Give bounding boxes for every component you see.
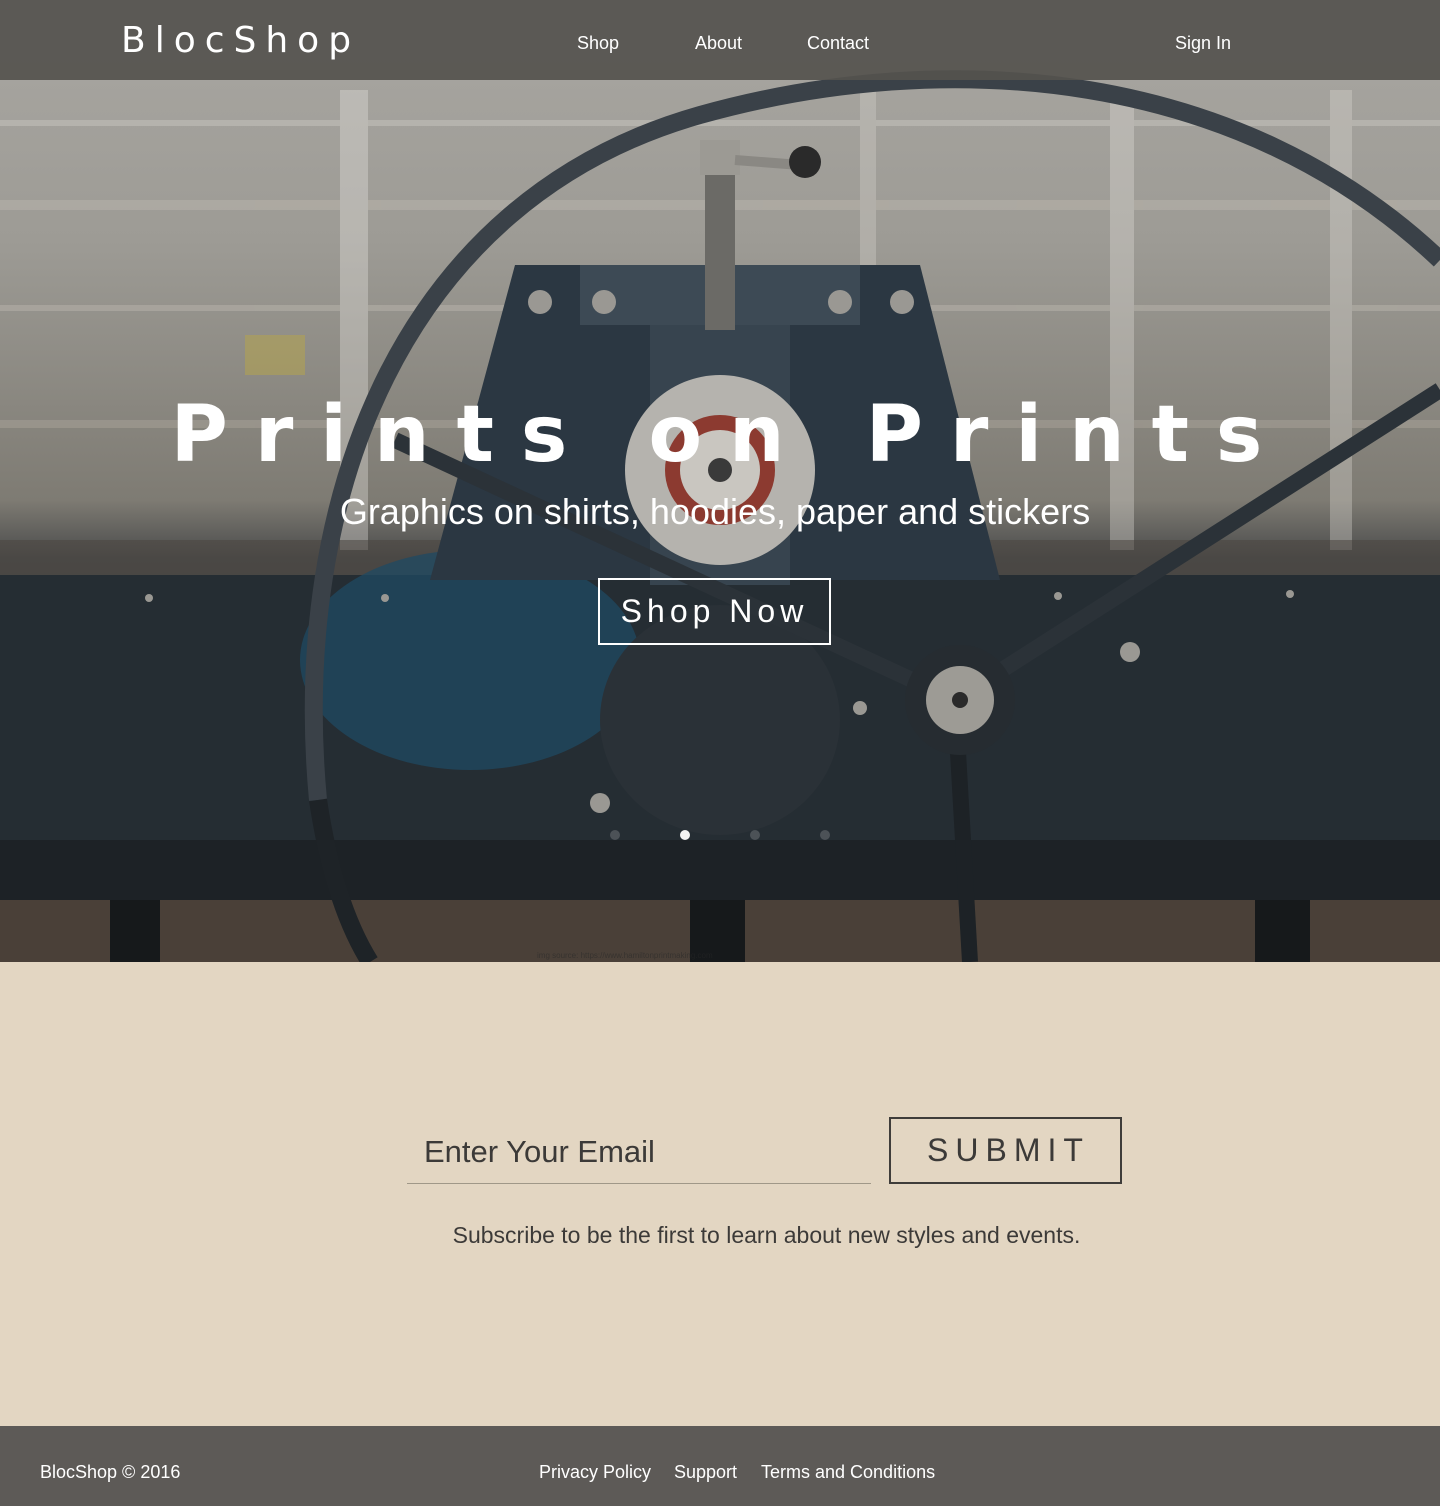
carousel-indicators [0, 830, 1440, 842]
hero-background-image [0, 70, 1440, 962]
footer-link-privacy-policy[interactable]: Privacy Policy [539, 1460, 651, 1484]
nav-link-contact[interactable]: Contact [807, 31, 869, 55]
copyright-text: BlocShop © 2016 [40, 1462, 181, 1482]
footer-link-support[interactable]: Support [674, 1460, 737, 1484]
email-input[interactable] [407, 1120, 871, 1184]
footer-link-terms[interactable]: Terms and Conditions [761, 1460, 935, 1484]
carousel-dot-3[interactable] [750, 830, 760, 840]
top-navbar: BlocShop Shop About Contact Sign In [0, 0, 1440, 80]
submit-button[interactable]: SUBMIT [889, 1117, 1122, 1184]
image-source-credit: img source: https://www.hamiltonprintmak… [537, 951, 713, 960]
shop-now-button[interactable]: Shop Now [598, 578, 831, 645]
nav-link-about[interactable]: About [695, 31, 742, 55]
hero-section: Prints on Prints Graphics on shirts, hoo… [0, 0, 1440, 962]
subscribe-description: Subscribe to be the first to learn about… [452, 1222, 1081, 1248]
nav-link-shop[interactable]: Shop [577, 31, 619, 55]
site-footer: BlocShop © 2016 Privacy Policy Support T… [0, 1426, 1440, 1506]
carousel-dot-4[interactable] [820, 830, 830, 840]
carousel-dot-2[interactable] [680, 830, 690, 840]
sign-in-link[interactable]: Sign In [1175, 31, 1231, 55]
carousel-dot-1[interactable] [610, 830, 620, 840]
site-logo[interactable]: BlocShop [121, 18, 360, 64]
hero-subtitle: Graphics on shirts, hoodies, paper and s… [339, 491, 1091, 532]
hero-title: Prints on Prints [170, 390, 1290, 480]
